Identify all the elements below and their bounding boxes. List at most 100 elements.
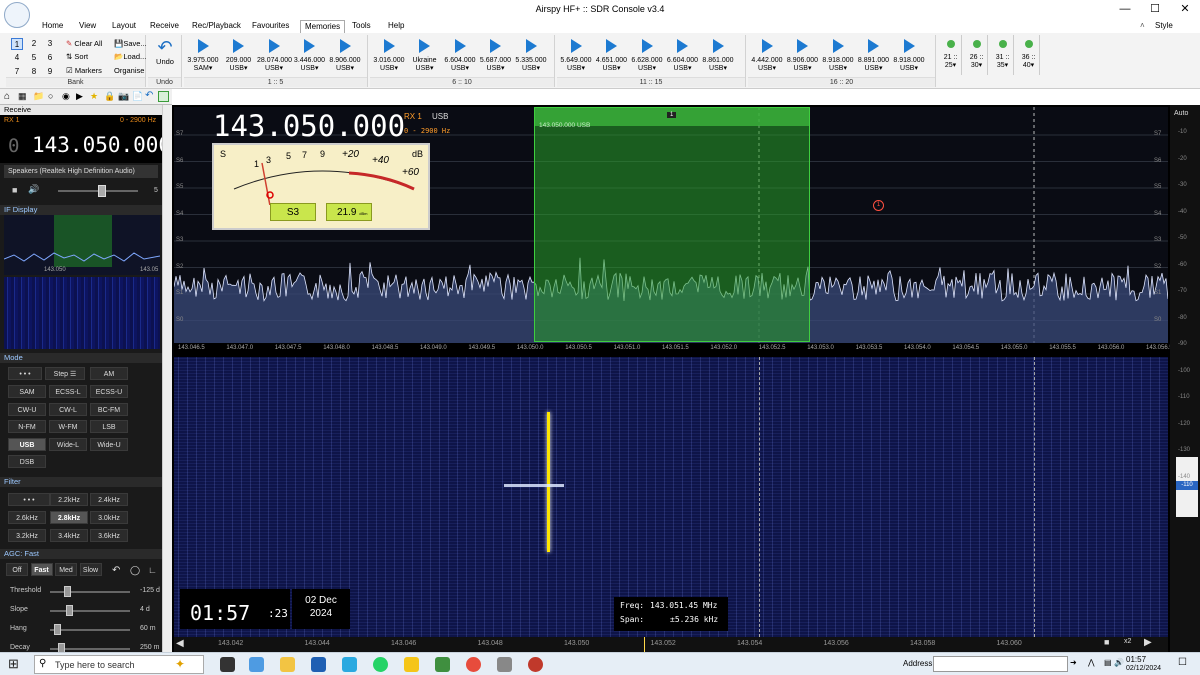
overview-axis[interactable]: ◀ ■ x2 ▶ 143.042 143.044 143.046 143.048 143…: [174, 637, 1168, 652]
agc-button-slow[interactable]: Slow: [79, 563, 102, 576]
filter-button[interactable]: 2.6kHz: [8, 511, 46, 524]
menu-tools[interactable]: Tools: [352, 20, 371, 33]
speaker-tray-icon[interactable]: 🔊: [1114, 658, 1124, 667]
audio-device-select[interactable]: Speakers (Realtek High Definition Audio): [4, 165, 158, 178]
filter-button[interactable]: 2.4kHz: [90, 493, 128, 506]
freq-lead-digit[interactable]: 0: [8, 135, 19, 157]
memory-button[interactable]: 6.604.000 USB▾: [666, 35, 700, 75]
undo-button[interactable]: ↶ Undo: [151, 37, 179, 73]
memory-button[interactable]: 5.649.000 USB▾: [559, 35, 593, 75]
empty-memory-button[interactable]: 31 :: 35▾: [992, 35, 1014, 75]
app-icon-2[interactable]: [497, 657, 512, 672]
minimize-button[interactable]: —: [1110, 0, 1140, 20]
address-go-icon[interactable]: ➜: [1070, 658, 1077, 667]
marker-red[interactable]: 1: [873, 200, 884, 211]
agc-button-off[interactable]: Off: [6, 563, 28, 576]
star-icon[interactable]: ★: [90, 91, 98, 102]
menu-help[interactable]: Help: [388, 20, 404, 33]
taskbar-search[interactable]: ⚲ Type here to search ✦: [34, 655, 204, 674]
app-icon[interactable]: [4, 2, 30, 28]
memory-button[interactable]: 3.975.000 SAM▾: [186, 35, 220, 75]
mode-button-wide-l[interactable]: Wide-L: [49, 437, 87, 451]
level-scale[interactable]: Auto -110 -10 -20 -30 -40 -50 -60 -70 -80 -90 -10…: [1170, 105, 1200, 652]
organise-button[interactable]: Organise: [114, 66, 144, 75]
agc-slider-thumb[interactable]: [54, 624, 61, 635]
outlook-icon[interactable]: [311, 657, 326, 672]
menu-receive[interactable]: Receive: [150, 20, 179, 33]
spectrum-display[interactable]: 1 143.050.000 USB 143.050.000 RX 1 USB 0…: [174, 107, 1168, 343]
receive-frequency[interactable]: 143.050.000: [32, 133, 171, 157]
scroll-left-icon[interactable]: ◀: [176, 638, 184, 649]
volume-thumb[interactable]: [98, 185, 106, 197]
empty-memory-button[interactable]: 36 :: 40▾: [1018, 35, 1040, 75]
agc-link-icon[interactable]: ◯: [130, 565, 140, 576]
filter-button[interactable]: 3.4kHz: [50, 529, 88, 542]
stop-icon[interactable]: ○: [48, 91, 53, 101]
agc-graph-icon[interactable]: ∟: [148, 565, 157, 575]
camera-icon[interactable]: 📷: [118, 91, 129, 102]
main-frequency[interactable]: 143.050.000: [213, 109, 405, 143]
app-icon-1[interactable]: [435, 657, 450, 672]
sdr-console-icon[interactable]: [528, 657, 543, 672]
agc-slider-thumb[interactable]: [66, 605, 73, 616]
copilot-icon[interactable]: ✦: [175, 657, 185, 671]
mode-button-bc-fm[interactable]: BC-FM: [90, 402, 128, 416]
memory-button[interactable]: 8.918.000 USB▾: [892, 35, 926, 75]
memory-button[interactable]: 4.442.000 USB▾: [750, 35, 784, 75]
agc-slider-thumb[interactable]: [64, 586, 72, 597]
memory-button[interactable]: 3.016.000 USB▾: [372, 35, 406, 75]
store-icon[interactable]: [249, 657, 264, 672]
filter-button[interactable]: 3.2kHz: [8, 529, 46, 542]
mode-button-cw-u[interactable]: CW-U: [8, 402, 46, 416]
overview-icon[interactable]: ■: [1104, 637, 1109, 647]
filter-button[interactable]: 3.6kHz: [90, 529, 128, 542]
style-menu[interactable]: Style: [1155, 20, 1173, 33]
filter-button[interactable]: 3.0kHz: [90, 511, 128, 524]
waterfall-display[interactable]: 01:57 :23 02 Dec 2024 Freq: 143.051.45 M…: [174, 357, 1168, 637]
auto-label[interactable]: Auto: [1174, 110, 1188, 117]
agc-slider-track[interactable]: [50, 591, 130, 593]
mode-button-dsb[interactable]: DSB: [8, 455, 46, 468]
notifications-icon[interactable]: ☐: [1178, 657, 1187, 668]
memory-button[interactable]: 8.906.000 USB▾: [786, 35, 820, 75]
record-icon[interactable]: ◉: [62, 91, 70, 102]
memory-button[interactable]: 8.891.000 USB▾: [857, 35, 891, 75]
memory-button[interactable]: 8.861.000 USB▾: [701, 35, 735, 75]
mode-button-cw-l[interactable]: CW-L: [49, 402, 87, 416]
speaker-icon[interactable]: ■: [12, 185, 17, 195]
bank-4[interactable]: 4: [11, 52, 23, 64]
menu-view[interactable]: View: [79, 20, 96, 33]
sort-button[interactable]: ⇅ Sort: [66, 52, 88, 61]
doc-icon[interactable]: 📄: [132, 91, 143, 102]
memory-button[interactable]: 5.687.000 USB▾: [479, 35, 513, 75]
tray-icons[interactable]: ⋀: [1088, 658, 1095, 667]
bank-1[interactable]: 1: [11, 38, 23, 50]
memory-button[interactable]: 4.651.000 USB▾: [595, 35, 629, 75]
menu-recplayback[interactable]: Rec/Playback: [192, 20, 241, 33]
memory-button[interactable]: 3.446.000 USB▾: [293, 35, 327, 75]
memory-button[interactable]: 5.335.000 USB▾: [514, 35, 548, 75]
memory-button[interactable]: 6.604.000 USB▾: [443, 35, 477, 75]
memory-button[interactable]: 209.000 USB▾: [222, 35, 256, 75]
filter-button[interactable]: 2.2kHz: [50, 493, 88, 506]
skype-icon[interactable]: [342, 657, 357, 672]
menu-layout[interactable]: Layout: [112, 20, 136, 33]
mode-button-ecss-l[interactable]: ECSS-L: [49, 385, 87, 398]
tile-icon[interactable]: ▦: [18, 91, 27, 102]
agc-slider-track[interactable]: [50, 629, 130, 631]
play-icon[interactable]: ▶: [76, 91, 83, 102]
memory-button[interactable]: 8.906.000 USB▾: [328, 35, 362, 75]
mode-am[interactable]: AM: [90, 367, 128, 380]
close-button[interactable]: ✕: [1170, 0, 1200, 20]
whatsapp-icon[interactable]: [373, 657, 388, 672]
drive-icon[interactable]: [404, 657, 419, 672]
mode-more-button[interactable]: • • •: [8, 367, 42, 380]
agc-button-fast[interactable]: Fast: [30, 563, 53, 576]
load-button[interactable]: 📂Load...: [114, 52, 146, 61]
bank-3[interactable]: 3: [44, 38, 56, 50]
taskbar-date[interactable]: 02/12/2024: [1126, 665, 1161, 672]
memory-button[interactable]: Ukraine USB▾: [408, 35, 442, 75]
passband-highlight[interactable]: 1 143.050.000 USB: [534, 107, 810, 342]
markers-checkbox[interactable]: ☑ Markers: [66, 66, 102, 75]
mode-button-wide-u[interactable]: Wide-U: [90, 437, 128, 451]
